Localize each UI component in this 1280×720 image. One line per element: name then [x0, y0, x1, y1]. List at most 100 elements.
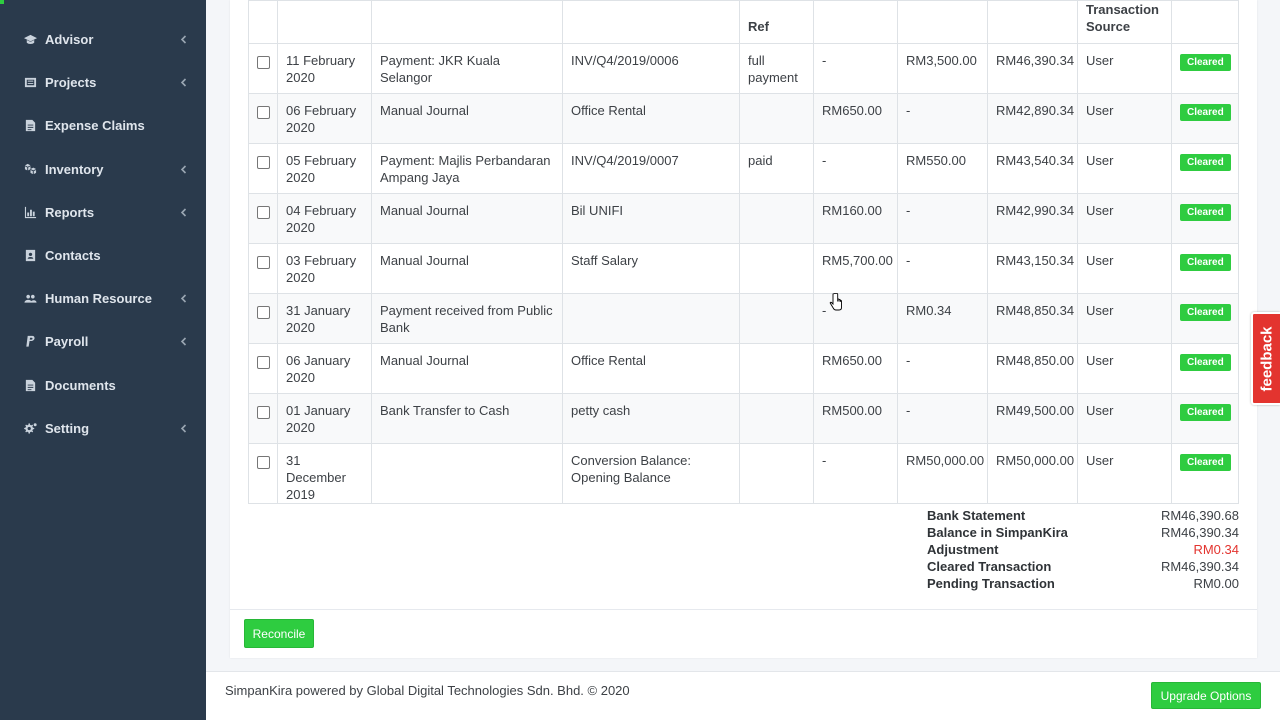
cell-transaction-source: User: [1077, 43, 1172, 94]
col-header-spent: [813, 0, 898, 44]
cell-ref: [739, 393, 814, 444]
status-badge: Cleared: [1180, 104, 1231, 121]
row-checkbox[interactable]: [256, 256, 270, 269]
cell-balance: RM43,540.34: [987, 143, 1078, 194]
sidebar-item-advisor[interactable]: Advisor: [0, 18, 206, 61]
sidebar-item-reports[interactable]: Reports: [0, 191, 206, 234]
cell-spent: -: [813, 143, 898, 194]
chevron-left-icon: [178, 294, 188, 304]
cell-transaction-source: User: [1077, 393, 1172, 444]
cell-reference: INV/Q4/2019/0006: [562, 43, 740, 94]
cell-ref: [739, 443, 814, 504]
table-row: 01 January 2020 Bank Transfer to Cash pett…: [248, 393, 1239, 444]
cell-spent: RM650.00: [813, 93, 898, 144]
cell-transaction-source: User: [1077, 93, 1172, 144]
status-badge: Cleared: [1180, 354, 1231, 371]
cell-ref: full payment: [739, 43, 814, 94]
sidebar-accent: [0, 0, 4, 4]
cell-balance: RM42,890.34: [987, 93, 1078, 144]
cell-description: Payment: JKR Kuala Selangor: [371, 43, 563, 94]
cell-status: Cleared: [1171, 193, 1239, 244]
col-header-description: [371, 0, 563, 44]
status-badge: Cleared: [1180, 454, 1231, 471]
table-row: 31 January 2020 Payment received from Pub…: [248, 293, 1239, 344]
file-icon: [23, 378, 37, 392]
cell-description: Payment: Majlis Perbandaran Ampang Jaya: [371, 143, 563, 194]
sidebar-item-expense-claims[interactable]: Expense Claims: [0, 104, 206, 147]
cell-reference: Bil UNIFI: [562, 193, 740, 244]
cell-spent: -: [813, 43, 898, 94]
cell-reference: Staff Salary: [562, 243, 740, 294]
cell-spent: RM5,700.00: [813, 243, 898, 294]
cell-received: RM0.34: [897, 293, 988, 344]
sidebar-item-label: Projects: [45, 75, 97, 91]
cell-date: 04 February 2020: [277, 193, 372, 244]
cell-reference: Office Rental: [562, 343, 740, 394]
cell-balance: RM43,150.34: [987, 243, 1078, 294]
row-checkbox[interactable]: [256, 456, 270, 469]
cell-status: Cleared: [1171, 43, 1239, 94]
summary-row: Balance in SimpanKira RM46,390.34: [927, 524, 1239, 541]
sidebar-item-contacts[interactable]: Contacts: [0, 234, 206, 277]
reconciliation-summary: Bank Statement RM46,390.68 Balance in Simp…: [927, 507, 1239, 592]
card-divider: [230, 609, 1257, 610]
summary-row: Pending Transaction RM0.00: [927, 575, 1239, 592]
cell-balance: RM50,000.00: [987, 443, 1078, 504]
sidebar-item-inventory[interactable]: Inventory: [0, 148, 206, 191]
table-header-row: Ref Transaction Source: [248, 0, 1239, 44]
sidebar-item-projects[interactable]: Projects: [0, 61, 206, 104]
sidebar: Advisor Projects Expense Claims Inventory Re…: [0, 0, 206, 720]
sidebar-item-label: Documents: [45, 377, 116, 393]
feedback-tab[interactable]: feedback: [1251, 312, 1280, 405]
chevron-left-icon: [178, 337, 188, 347]
col-header-transaction-source: Transaction Source: [1077, 0, 1172, 44]
chevron-left-icon: [178, 35, 188, 45]
cell-select: [248, 393, 278, 444]
cell-select: [248, 43, 278, 94]
sidebar-item-payroll[interactable]: Payroll: [0, 320, 206, 363]
sidebar-item-human-resource[interactable]: Human Resource: [0, 277, 206, 320]
row-checkbox[interactable]: [256, 156, 270, 169]
reconcile-button[interactable]: Reconcile: [244, 619, 314, 648]
address-book-icon: [23, 249, 37, 263]
mouse-cursor-icon: [829, 293, 842, 311]
cubes-icon: [23, 162, 37, 176]
sidebar-item-label: Reports: [45, 204, 95, 220]
row-checkbox[interactable]: [256, 206, 270, 219]
row-checkbox[interactable]: [256, 106, 270, 119]
cell-received: -: [897, 243, 988, 294]
bar-chart-icon: [23, 205, 37, 219]
row-checkbox[interactable]: [256, 306, 270, 319]
cell-balance: RM42,990.34: [987, 193, 1078, 244]
sidebar-item-setting[interactable]: Setting: [0, 407, 206, 450]
cell-balance: RM48,850.34: [987, 293, 1078, 344]
row-checkbox[interactable]: [256, 56, 270, 69]
cell-description: Bank Transfer to Cash: [371, 393, 563, 444]
cell-spent: -: [813, 443, 898, 504]
summary-value: RM46,390.34: [1160, 525, 1239, 540]
cell-transaction-source: User: [1077, 143, 1172, 194]
sidebar-item-documents[interactable]: Documents: [0, 364, 206, 407]
row-checkbox[interactable]: [256, 356, 270, 369]
cell-description: Manual Journal: [371, 243, 563, 294]
row-checkbox[interactable]: [256, 406, 270, 419]
cell-status: Cleared: [1171, 443, 1239, 504]
col-header-status: [1171, 0, 1239, 44]
cell-balance: RM49,500.00: [987, 393, 1078, 444]
cogs-icon: [23, 421, 37, 435]
summary-row: Cleared Transaction RM46,390.34: [927, 558, 1239, 575]
cell-ref: [739, 343, 814, 394]
cell-ref: [739, 193, 814, 244]
upgrade-options-button[interactable]: Upgrade Options: [1151, 682, 1261, 709]
cell-select: [248, 93, 278, 144]
sidebar-item-label: Contacts: [45, 248, 101, 263]
chevron-left-icon: [178, 78, 188, 88]
cell-received: -: [897, 193, 988, 244]
status-badge: Cleared: [1180, 254, 1231, 271]
summary-label: Cleared Transaction: [927, 559, 1052, 574]
cell-spent: -: [813, 293, 898, 344]
cell-ref: [739, 93, 814, 144]
cell-reference: petty cash: [562, 393, 740, 444]
table-row: 04 February 2020 Manual Journal Bil UNIFI R…: [248, 193, 1239, 244]
footer: SimpanKira powered by Global Digital Tec…: [206, 671, 1280, 720]
